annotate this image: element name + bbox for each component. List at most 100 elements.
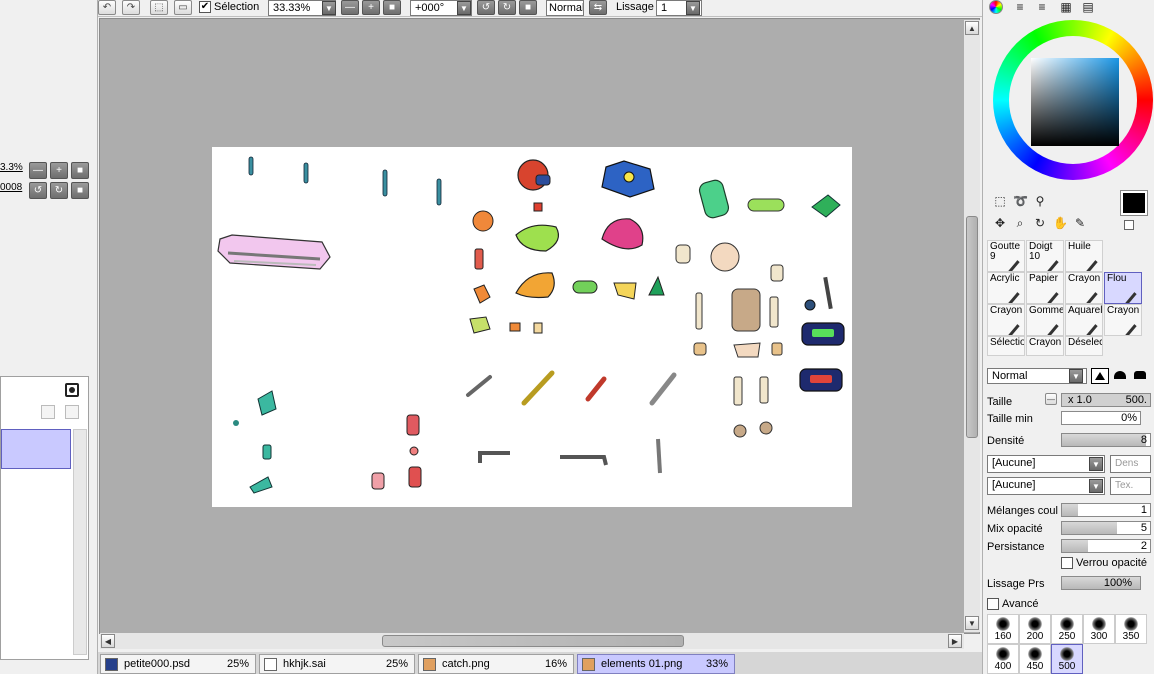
swap-colors-icon[interactable]: [1124, 220, 1134, 230]
texture-dropdown-1-arrow[interactable]: ▼: [1089, 457, 1103, 471]
rotate-reset-button[interactable]: ■: [519, 0, 537, 15]
zoom-icon[interactable]: ⌕: [1013, 216, 1027, 230]
navigator-zoom-in-button[interactable]: +: [50, 162, 68, 179]
tool-crayon-1[interactable]: Crayon: [1065, 272, 1103, 304]
scroll-left-arrow[interactable]: ◀: [101, 634, 115, 648]
zoom-reset-button[interactable]: ■: [383, 0, 401, 15]
tool-gomme[interactable]: Gomme: [1026, 304, 1064, 336]
selection-checkbox[interactable]: ✔: [199, 1, 211, 13]
taille-min-slider[interactable]: 0%: [1061, 411, 1141, 425]
tool-deselect[interactable]: Déselect: [1065, 336, 1103, 356]
persistance-slider[interactable]: 2: [1061, 539, 1151, 553]
zoom-out-button[interactable]: —: [341, 0, 359, 15]
tool-huile[interactable]: Huile: [1065, 240, 1103, 272]
brush-size-250[interactable]: 250: [1051, 614, 1083, 644]
lissage-prs-slider[interactable]: 100%: [1061, 576, 1141, 590]
texture-density-field: Dens: [1110, 455, 1151, 473]
zoom-dropdown-arrow[interactable]: ▼: [322, 1, 336, 15]
tool-selection[interactable]: Sélection: [987, 336, 1025, 356]
navigator-zoom-reset-button[interactable]: ■: [71, 162, 89, 179]
tool-acrylic[interactable]: Acrylic: [987, 272, 1025, 304]
taille-slider[interactable]: x 1.0 500.: [1061, 393, 1151, 407]
color-wheel-tab-icon[interactable]: [989, 0, 1003, 14]
new-layer-icon[interactable]: [65, 405, 79, 419]
texture-dropdown-2[interactable]: [Aucune]: [987, 477, 1105, 495]
hsv-slider-tab-icon[interactable]: ≡: [1035, 0, 1049, 14]
navigator-rotate-left-button[interactable]: ↺: [29, 182, 47, 199]
swatches-tab-icon[interactable]: ▦: [1059, 0, 1073, 14]
brush-size-200[interactable]: 200: [1019, 614, 1051, 644]
vertical-scroll-thumb[interactable]: [966, 216, 978, 438]
zoom-in-button[interactable]: +: [362, 0, 380, 15]
tool-crayon-3[interactable]: Crayon: [1104, 304, 1142, 336]
densite-slider[interactable]: 8: [1061, 433, 1151, 447]
horizontal-scroll-thumb[interactable]: [382, 635, 684, 647]
tab-catch[interactable]: catch.png 16%: [418, 654, 574, 674]
tool-flou[interactable]: Flou: [1104, 272, 1142, 304]
navigator-rotate-reset-button[interactable]: ■: [71, 182, 89, 199]
rotate-icon[interactable]: ↻: [1033, 216, 1047, 230]
brush-size-350[interactable]: 350: [1115, 614, 1147, 644]
navigator-zoom-out-button[interactable]: —: [29, 162, 47, 179]
rotate-left-button[interactable]: ↺: [477, 0, 495, 15]
tab-petite000[interactable]: petite000.psd 25%: [100, 654, 256, 674]
rotation-dropdown-arrow[interactable]: ▼: [457, 1, 471, 15]
eyedropper-icon[interactable]: ✎: [1073, 216, 1087, 230]
deselect-button[interactable]: ⬚: [150, 0, 168, 15]
verrou-opacite-checkbox[interactable]: [1061, 557, 1073, 569]
hand-icon[interactable]: ✋: [1053, 216, 1068, 230]
color-saturation-square[interactable]: [1031, 58, 1119, 146]
smoothing-dropdown-arrow[interactable]: ▼: [686, 1, 700, 15]
layer-mask-icon[interactable]: [65, 383, 79, 397]
tool-goutte[interactable]: Goutte 9: [987, 240, 1025, 272]
brush-shape-round-icon[interactable]: [1111, 368, 1129, 384]
brush-size-450[interactable]: 450: [1019, 644, 1051, 674]
brush-shape-soft-icon[interactable]: [1131, 368, 1149, 384]
drawing-canvas[interactable]: [212, 147, 852, 507]
invert-selection-button[interactable]: ▭: [174, 0, 192, 15]
brush-size-400[interactable]: 400: [987, 644, 1019, 674]
tool-doigt[interactable]: Doigt 10: [1026, 240, 1064, 272]
tool-aquarell[interactable]: Aquarell: [1065, 304, 1103, 336]
magic-wand-icon[interactable]: ⚲: [1033, 194, 1047, 208]
scratchpad-tab-icon[interactable]: ▤: [1081, 0, 1095, 14]
flip-horizontal-button[interactable]: ⇆: [589, 0, 607, 15]
pen-icon: [1125, 324, 1137, 335]
redo-button[interactable]: ↷: [122, 0, 140, 15]
rotate-right-button[interactable]: ↻: [498, 0, 516, 15]
scroll-down-arrow[interactable]: ▼: [965, 616, 979, 630]
navigator-rotate-right-button[interactable]: ↻: [50, 182, 68, 199]
layer-list-scrollbar[interactable]: [73, 429, 87, 655]
rect-select-icon[interactable]: ⬚: [993, 194, 1007, 208]
primary-color-swatch[interactable]: [1120, 190, 1148, 216]
undo-button[interactable]: ↶: [98, 0, 116, 15]
copy-layer-icon[interactable]: [41, 405, 55, 419]
avance-checkbox[interactable]: [987, 598, 999, 610]
move-icon[interactable]: ✥: [993, 216, 1007, 230]
scroll-right-arrow[interactable]: ▶: [948, 634, 962, 648]
tool-crayon-2[interactable]: Crayon: [987, 304, 1025, 336]
brush-size-500[interactable]: 500: [1051, 644, 1083, 674]
rgb-slider-tab-icon[interactable]: ≡: [1013, 0, 1027, 14]
taille-minus-button[interactable]: —: [1045, 393, 1057, 405]
tool-crayon-4[interactable]: Crayon: [1026, 336, 1064, 356]
tab-hkhjk[interactable]: hkhjk.sai 25%: [259, 654, 415, 674]
brush-size-160[interactable]: 160: [987, 614, 1019, 644]
vertical-scrollbar[interactable]: ▲ ▼: [964, 20, 980, 632]
texture-dropdown-1[interactable]: [Aucune]: [987, 455, 1105, 473]
brush-size-300[interactable]: 300: [1083, 614, 1115, 644]
layer-item-selected[interactable]: [1, 429, 71, 469]
color-wheel[interactable]: [993, 20, 1153, 180]
brush-blend-mode-arrow[interactable]: ▼: [1069, 369, 1083, 383]
horizontal-scrollbar[interactable]: ◀ ▶: [100, 633, 964, 649]
blend-mode-field[interactable]: Normal: [546, 0, 584, 16]
texture-dropdown-2-arrow[interactable]: ▼: [1089, 479, 1103, 493]
mix-opacite-slider[interactable]: 5: [1061, 521, 1151, 535]
melanges-slider[interactable]: 1: [1061, 503, 1151, 517]
tab-elements-01[interactable]: elements 01.png 33%: [577, 654, 735, 674]
navigator-zoom-value: 3.3%: [0, 162, 23, 173]
tool-papier[interactable]: Papier: [1026, 272, 1064, 304]
lasso-icon[interactable]: ➰: [1013, 194, 1028, 208]
brush-shape-flat-icon[interactable]: [1091, 368, 1109, 384]
scroll-up-arrow[interactable]: ▲: [965, 21, 979, 35]
